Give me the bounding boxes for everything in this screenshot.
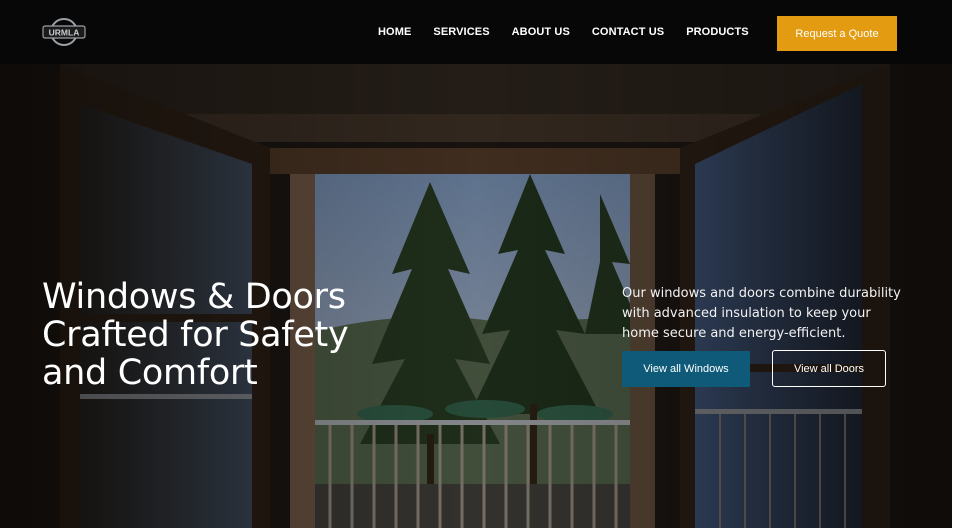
request-quote-button[interactable]: Request a Quote — [777, 16, 897, 51]
page: URMLA HOME SERVICES ABOUT US CONTACT US … — [0, 0, 952, 528]
view-all-doors-button[interactable]: View all Doors — [772, 350, 886, 387]
nav-about-us[interactable]: ABOUT US — [512, 26, 570, 38]
hero-title: Windows & Doors Crafted for Safety and C… — [42, 278, 422, 392]
brand-badge-icon: URMLA — [42, 18, 86, 46]
hero-title-line: Crafted for Safety — [42, 315, 349, 355]
nav-products[interactable]: PRODUCTS — [686, 26, 749, 38]
view-all-windows-button[interactable]: View all Windows — [622, 351, 750, 387]
nav-contact-us[interactable]: CONTACT US — [592, 26, 664, 38]
site-header: URMLA HOME SERVICES ABOUT US CONTACT US … — [0, 0, 952, 64]
logo-text: URMLA — [49, 28, 80, 38]
hero-title-line: Windows & Doors — [42, 277, 346, 317]
nav-home[interactable]: HOME — [378, 26, 411, 38]
hero-description: Our windows and doors combine durability… — [622, 284, 912, 344]
main-nav: HOME SERVICES ABOUT US CONTACT US PRODUC… — [378, 0, 771, 64]
hero-description-line: with advanced insulation to keep your — [622, 306, 871, 321]
hero-description-line: Our windows and doors combine durability — [622, 286, 901, 301]
brand-logo[interactable]: URMLA — [42, 17, 86, 47]
nav-services[interactable]: SERVICES — [433, 26, 489, 38]
hero-section: Windows & Doors Crafted for Safety and C… — [0, 64, 952, 528]
hero-title-line: and Comfort — [42, 353, 258, 393]
hero-description-line: home secure and energy-efficient. — [622, 326, 846, 341]
